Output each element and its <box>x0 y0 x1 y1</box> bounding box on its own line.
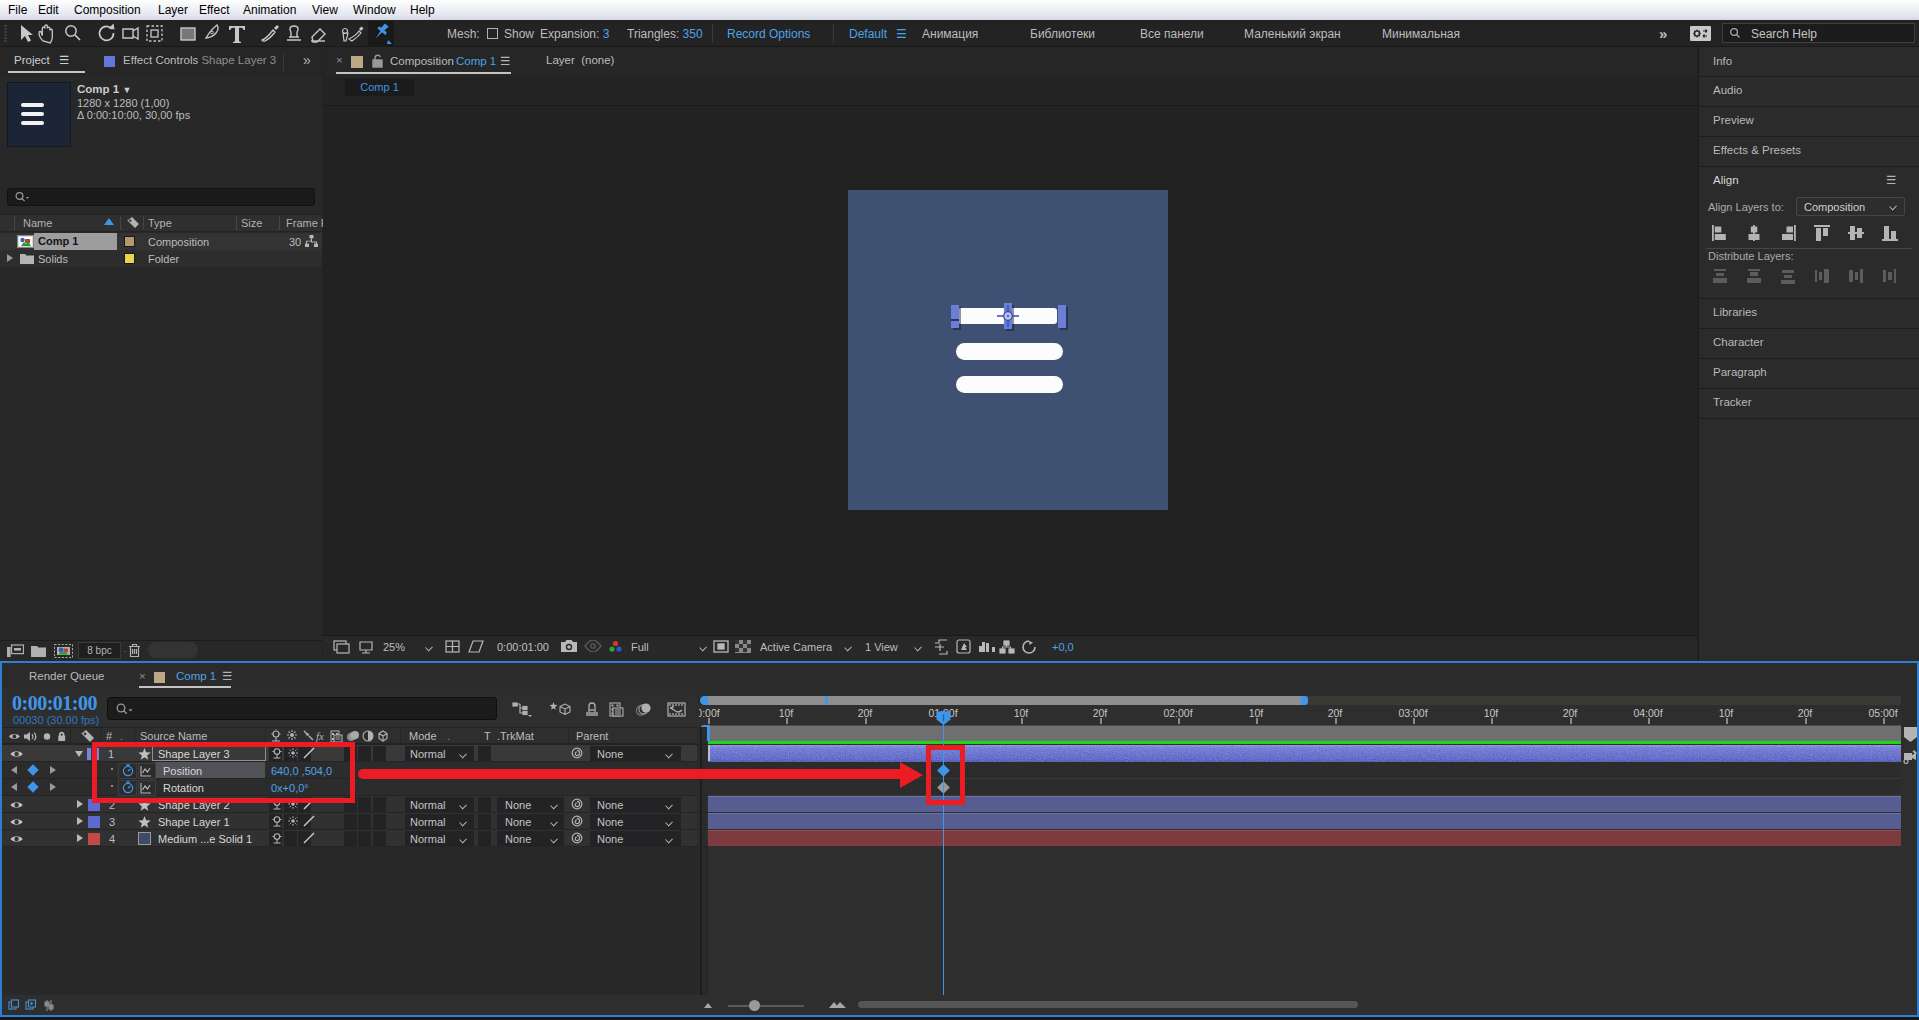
svg-text:fx: fx <box>316 730 324 742</box>
